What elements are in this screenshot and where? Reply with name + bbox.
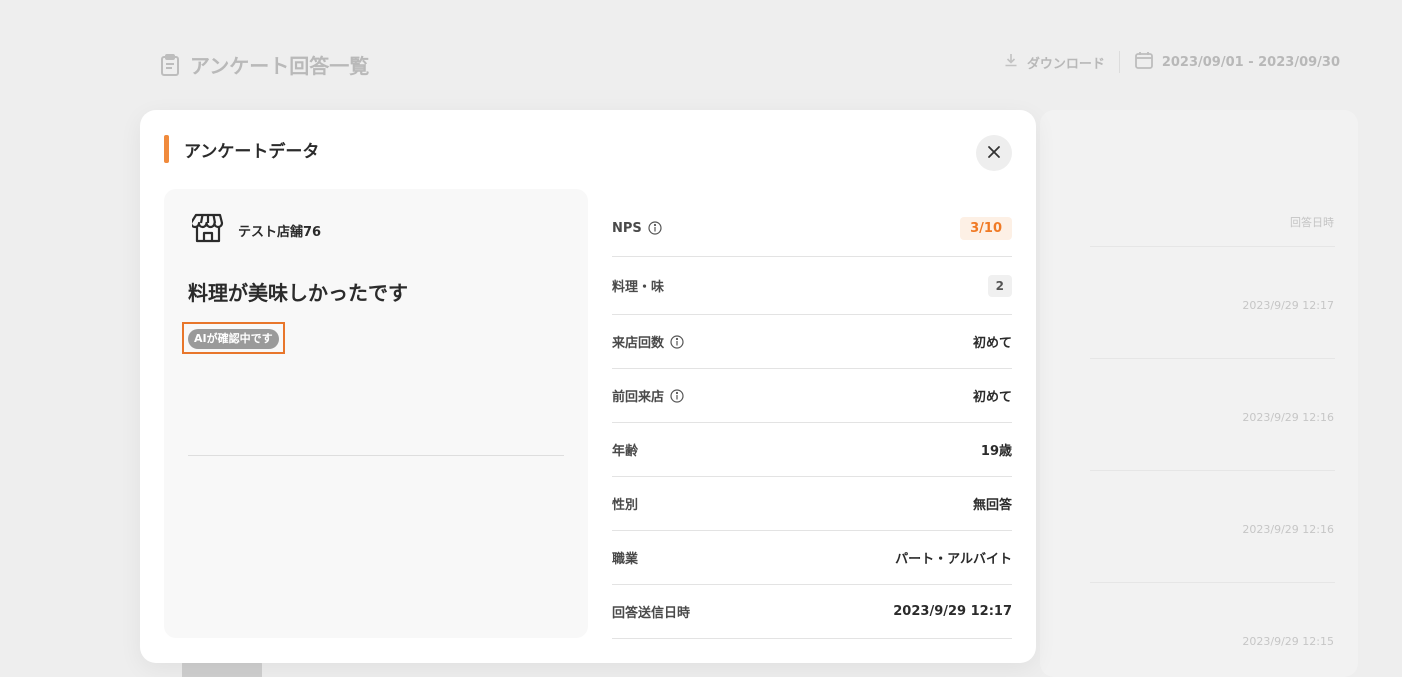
list-item-date[interactable]: 2023/9/29 12:16 <box>1242 411 1334 424</box>
list-item-date[interactable]: 2023/9/29 12:16 <box>1242 523 1334 536</box>
clipboard-icon <box>160 53 180 76</box>
modal-title: アンケートデータ <box>184 141 320 162</box>
date-range-picker[interactable]: 2023/09/01 - 2023/09/30 <box>1134 50 1340 74</box>
survey-data-modal: アンケートデータ テスト店舗76 料理が美味しかったです AIが確認中です NP… <box>140 110 1036 663</box>
field-value: パート・アルバイト <box>895 552 1012 567</box>
header-actions: ダウンロード 2023/09/01 - 2023/09/30 <box>1003 50 1340 74</box>
field-value: 初めて <box>972 336 1012 351</box>
store-name: テスト店舗76 <box>238 224 322 240</box>
field-label-text: 回答送信日時 <box>612 606 691 621</box>
field-value: 2023/9/29 12:17 <box>893 604 1012 619</box>
field-value: 無回答 <box>972 498 1012 513</box>
background-list-card <box>1040 110 1358 677</box>
survey-details: NPS 3/10 料理・味 2 来店回数 初めて 前回来店 初めて 年齢 19歳… <box>612 200 1012 639</box>
comment-text: 料理が美味しかったです <box>188 281 408 305</box>
ai-badge-highlight: AIが確認中です <box>182 322 285 354</box>
field-label-text: 年齢 <box>612 444 639 459</box>
field-value: 初めて <box>972 390 1012 405</box>
field-row-visit-count: 来店回数 初めて <box>612 315 1012 369</box>
field-value: 19歳 <box>980 444 1012 459</box>
nps-score-badge: 3/10 <box>960 216 1012 240</box>
row-divider <box>1090 246 1335 247</box>
row-divider <box>1090 582 1335 583</box>
store-info: テスト店舗76 <box>189 213 322 247</box>
field-label: 料理・味 <box>612 276 664 295</box>
field-label-text: 来店回数 <box>612 336 665 351</box>
field-row-age: 年齢 19歳 <box>612 423 1012 477</box>
close-icon <box>987 144 1001 163</box>
download-icon <box>1003 52 1019 72</box>
info-icon[interactable] <box>670 334 684 349</box>
field-label: NPS <box>612 221 662 236</box>
field-label: 性別 <box>612 494 638 513</box>
field-row-submitted-at: 回答送信日時 2023/9/29 12:17 <box>612 585 1012 639</box>
modal-header: アンケートデータ <box>164 135 319 163</box>
field-label-text: 前回来店 <box>612 390 665 405</box>
divider <box>188 455 564 456</box>
field-row-gender: 性別 無回答 <box>612 477 1012 531</box>
date-range-text: 2023/09/01 - 2023/09/30 <box>1161 54 1340 70</box>
list-item-date[interactable]: 2023/9/29 12:17 <box>1242 299 1334 312</box>
field-label: 年齢 <box>612 440 638 459</box>
column-header-answered-at: 回答日時 <box>1290 216 1334 229</box>
download-label: ダウンロード <box>1026 56 1105 72</box>
info-icon[interactable] <box>648 221 662 235</box>
background-header: アンケート回答一覧 ダウンロード 2023/09/01 - 2023/09/30 <box>0 0 1402 110</box>
info-icon[interactable] <box>670 388 684 403</box>
ai-status-badge: AIが確認中です <box>188 329 279 349</box>
row-divider <box>1090 470 1335 471</box>
field-label: 職業 <box>612 548 638 567</box>
page-title: アンケート回答一覧 <box>160 50 369 79</box>
accent-bar <box>164 135 169 163</box>
calendar-icon <box>1134 50 1154 74</box>
field-row-nps: NPS 3/10 <box>612 200 1012 257</box>
divider <box>1118 51 1120 73</box>
field-label-text: NPS <box>612 220 642 236</box>
taste-score-badge: 2 <box>987 274 1012 297</box>
field-label-text: 性別 <box>612 498 639 513</box>
row-divider <box>1090 358 1335 359</box>
comment-panel: テスト店舗76 料理が美味しかったです AIが確認中です <box>164 189 588 638</box>
close-button[interactable] <box>976 135 1012 171</box>
field-label: 前回来店 <box>612 386 684 405</box>
page-title-text: アンケート回答一覧 <box>190 54 370 78</box>
field-label: 来店回数 <box>612 332 684 351</box>
field-label-text: 料理・味 <box>612 280 665 295</box>
field-label-text: 職業 <box>612 552 639 567</box>
field-label: 回答送信日時 <box>612 602 690 621</box>
store-icon <box>189 213 224 247</box>
download-button[interactable]: ダウンロード <box>1003 52 1105 72</box>
field-row-occupation: 職業 パート・アルバイト <box>612 531 1012 585</box>
field-row-last-visit: 前回来店 初めて <box>612 369 1012 423</box>
field-row-taste: 料理・味 2 <box>612 257 1012 315</box>
list-item-date[interactable]: 2023/9/29 12:15 <box>1242 635 1334 648</box>
